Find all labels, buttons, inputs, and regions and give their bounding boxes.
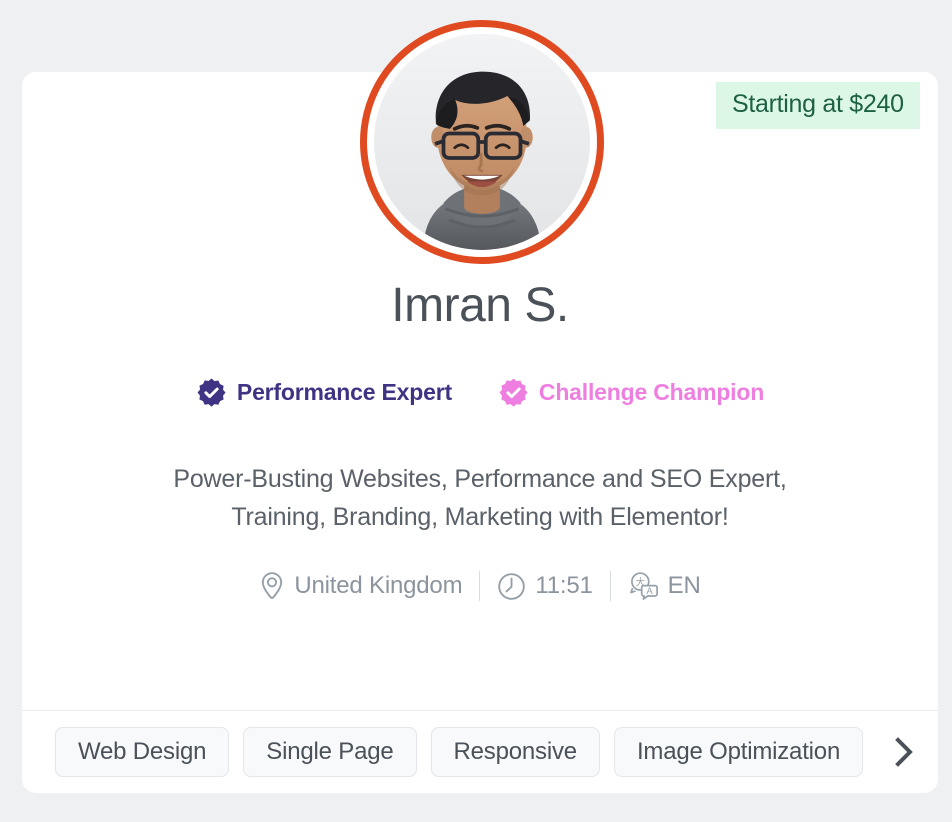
tag-chip[interactable]: Web Design bbox=[55, 727, 230, 777]
meta-location: United Kingdom bbox=[242, 569, 479, 603]
svg-text:A: A bbox=[646, 586, 653, 597]
badge-performance-expert[interactable]: Performance Expert bbox=[196, 377, 452, 408]
profile-tagline: Power-Busting Websites, Performance and … bbox=[82, 460, 878, 536]
verified-badge-icon bbox=[498, 377, 529, 408]
location-value: United Kingdom bbox=[294, 572, 463, 599]
tag-chip[interactable]: Responsive bbox=[430, 727, 600, 777]
meta-language: 大 A EN bbox=[611, 569, 718, 603]
chevron-right-icon bbox=[891, 732, 917, 772]
profile-tagline-line-1: Power-Busting Websites, Performance and … bbox=[173, 465, 787, 493]
profile-meta-row: United Kingdom 11:51 大 A EN bbox=[22, 569, 938, 603]
profile-tagline-line-2: Training, Branding, Marketing with Eleme… bbox=[231, 503, 729, 531]
language-value: EN bbox=[667, 572, 701, 599]
tag-chip[interactable]: Single Page bbox=[243, 727, 417, 777]
profile-badges: Performance Expert Challenge Champion bbox=[22, 377, 938, 408]
verified-badge-icon bbox=[196, 377, 227, 408]
avatar[interactable] bbox=[360, 20, 604, 264]
meta-local-time: 11:51 bbox=[480, 569, 609, 603]
profile-name: Imran S. bbox=[391, 279, 569, 332]
badge-label: Performance Expert bbox=[236, 379, 452, 405]
clock-icon bbox=[497, 572, 526, 601]
badge-label: Challenge Champion bbox=[538, 379, 765, 405]
tags-next-button[interactable] bbox=[870, 711, 938, 793]
tag-chip[interactable]: Image Optimization bbox=[613, 727, 864, 777]
location-pin-icon bbox=[259, 571, 285, 601]
local-time-value: 11:51 bbox=[535, 572, 593, 599]
tags-row: Web Design Single Page Responsive Image … bbox=[22, 711, 938, 793]
profile-photo bbox=[374, 34, 590, 250]
avatar-ring bbox=[360, 20, 604, 264]
starting-price-badge: Starting at $240 bbox=[716, 82, 920, 129]
translate-icon: 大 A bbox=[628, 571, 659, 601]
badge-challenge-champion[interactable]: Challenge Champion bbox=[498, 377, 764, 408]
tags-scroll-container[interactable]: Web Design Single Page Responsive Image … bbox=[22, 727, 870, 777]
